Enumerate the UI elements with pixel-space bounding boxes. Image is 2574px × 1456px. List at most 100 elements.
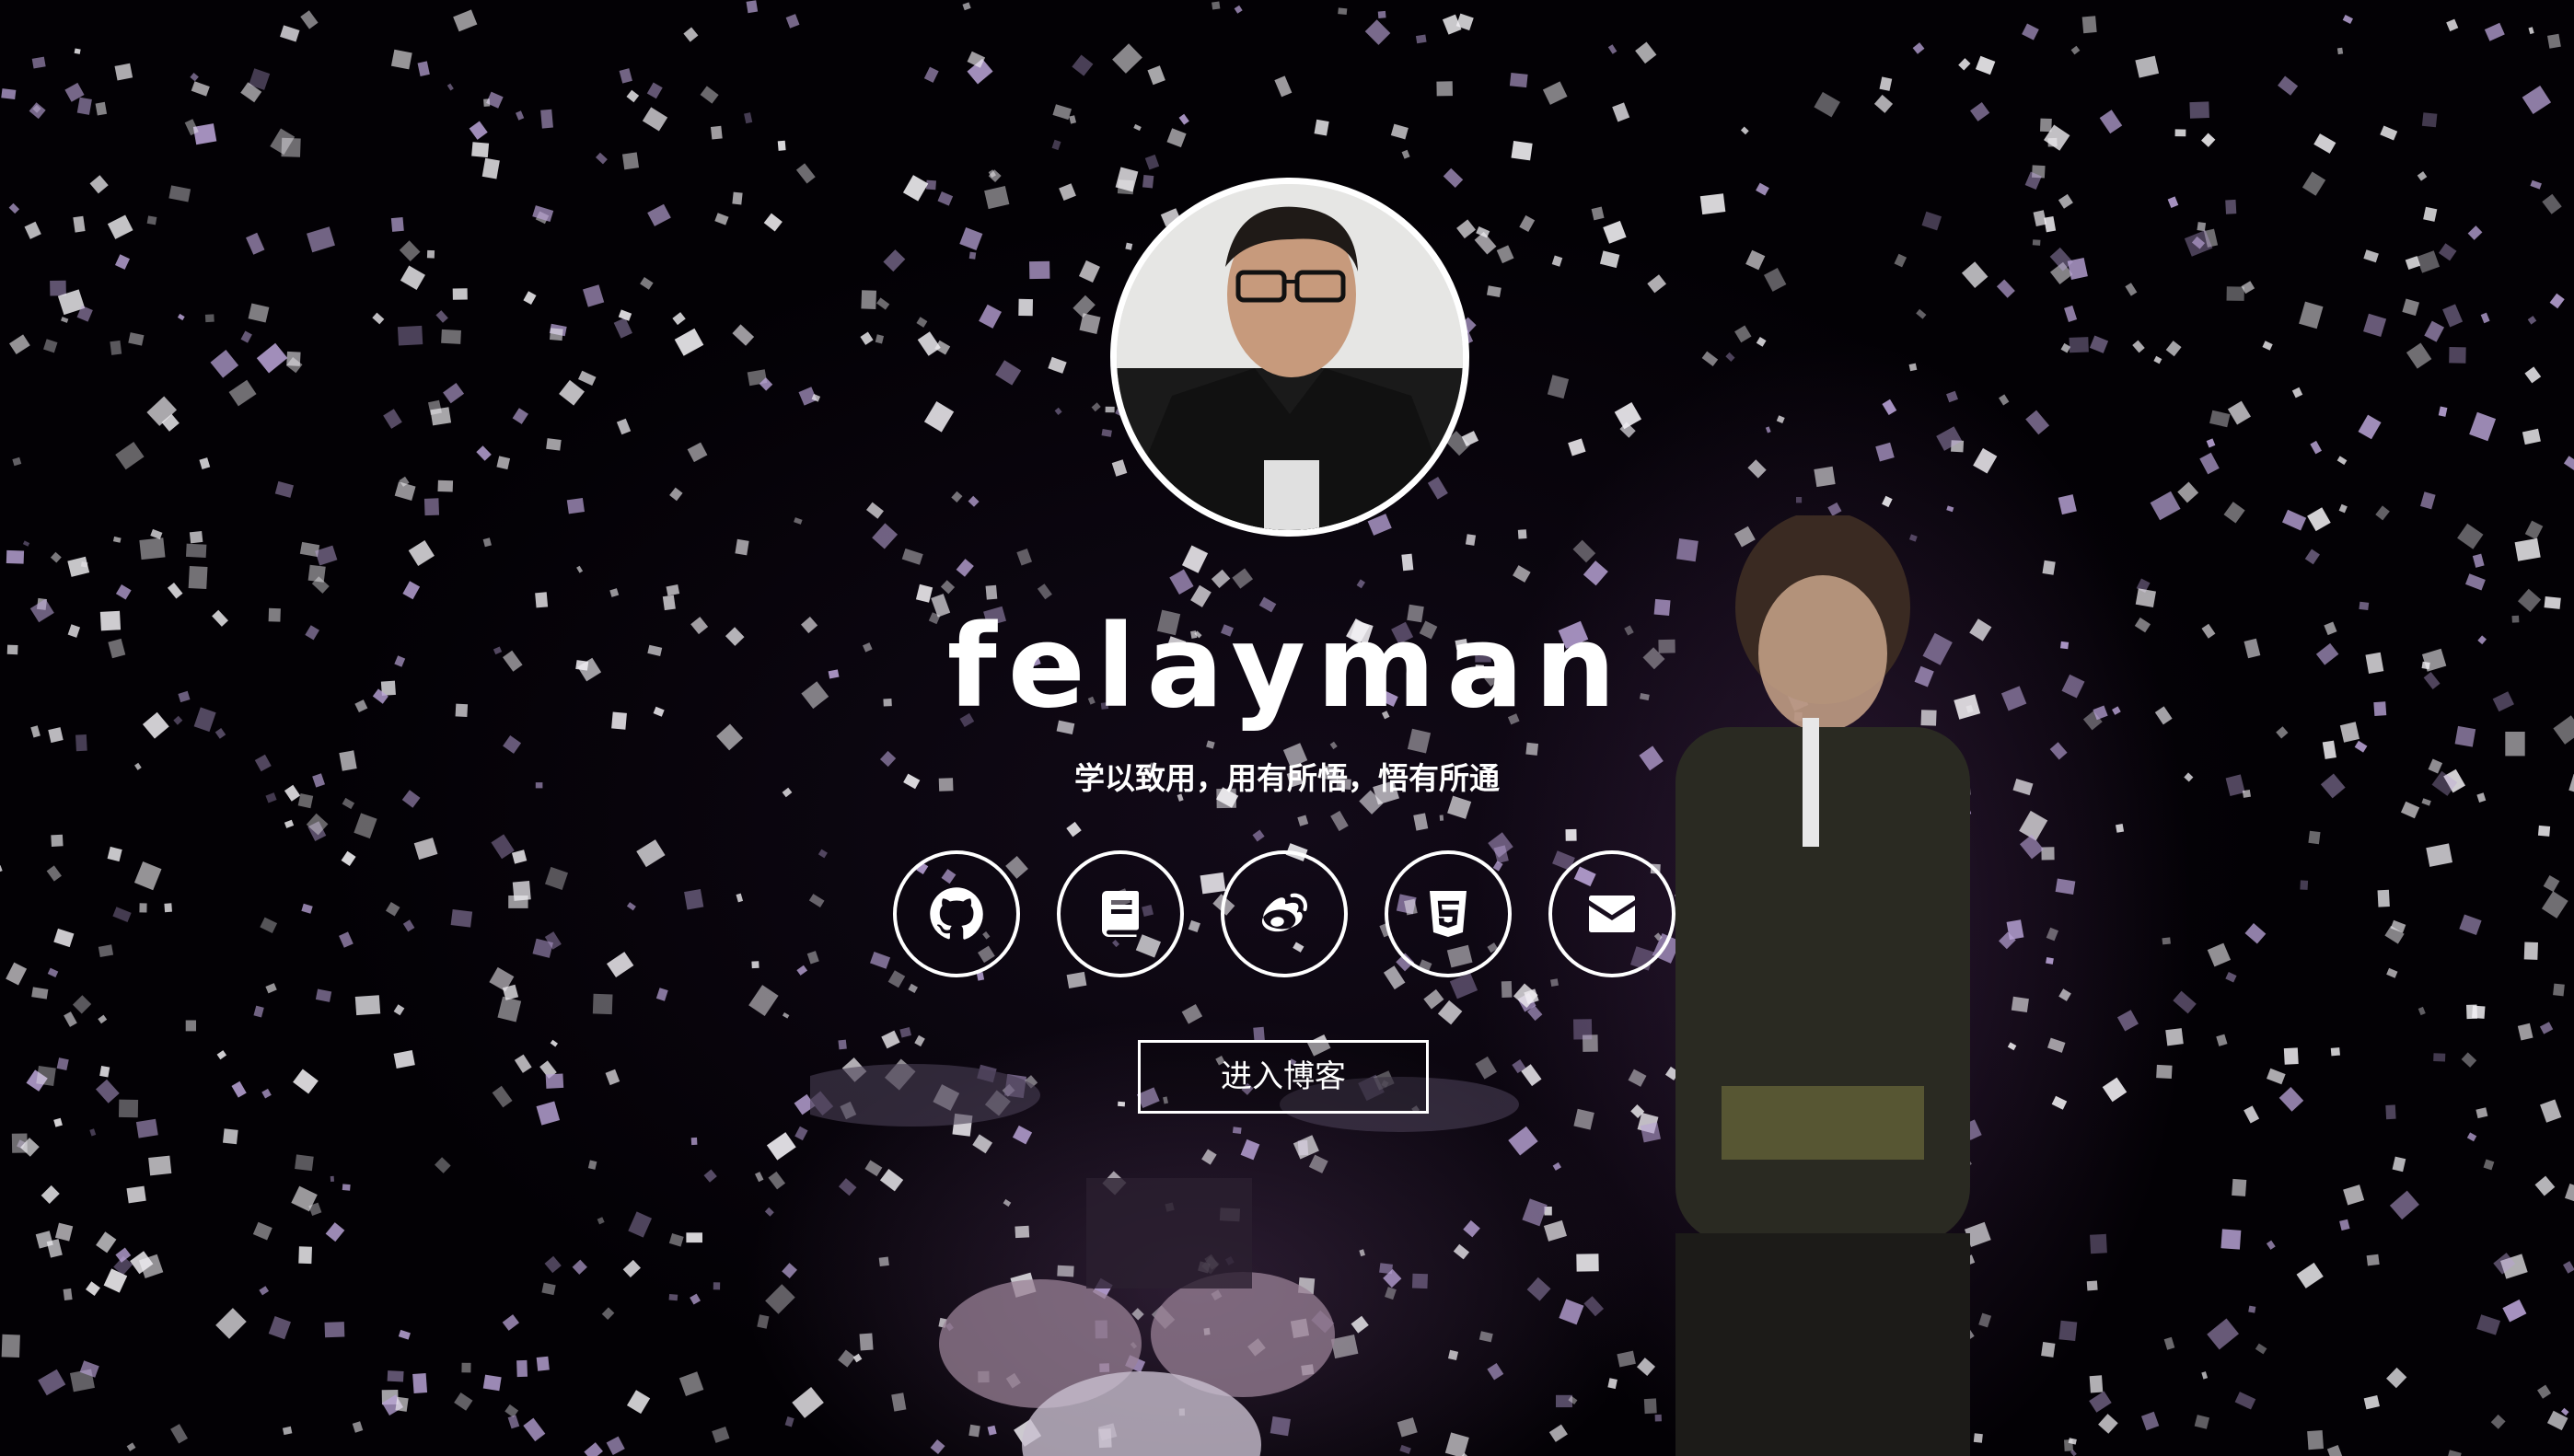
confetti-piece [352, 1421, 364, 1433]
confetti-piece [2116, 1010, 2139, 1032]
confetti-piece [2174, 129, 2186, 137]
confetti-piece [2019, 834, 2044, 860]
confetti-piece [150, 528, 163, 540]
confetti-piece [204, 314, 214, 323]
confetti-piece [1496, 245, 1514, 264]
confetti-piece [435, 1157, 451, 1173]
confetti-piece [710, 125, 723, 140]
confetti-piece [2220, 1229, 2242, 1250]
confetti-piece [293, 1069, 319, 1094]
confetti-piece [940, 580, 956, 595]
confetti-piece [2480, 312, 2490, 324]
confetti-piece [2563, 456, 2574, 470]
confetti-piece [1973, 447, 1998, 474]
confetti-piece [618, 309, 632, 321]
confetti-piece [2281, 509, 2307, 531]
confetti-piece [712, 1427, 730, 1443]
confetti-piece [307, 226, 335, 253]
confetti-piece [577, 370, 597, 387]
confetti-piece [2484, 22, 2505, 41]
confetti-piece [2042, 560, 2056, 575]
confetti-piece [393, 1004, 405, 1016]
confetti-piece [619, 68, 632, 84]
confetti-piece [1576, 1254, 1599, 1272]
confetti-piece [1274, 75, 1293, 98]
weibo-link[interactable] [1221, 850, 1348, 977]
confetti-piece [572, 1259, 587, 1275]
confetti-piece [2025, 410, 2050, 435]
confetti-piece [1573, 1019, 1593, 1040]
confetti-piece [1572, 539, 1596, 563]
confetti-piece [523, 1417, 546, 1442]
confetti-piece [901, 548, 923, 565]
confetti-piece [2330, 1047, 2340, 1057]
confetti-piece [592, 993, 613, 1015]
confetti-piece [118, 1099, 139, 1118]
confetti-piece [1078, 260, 1100, 283]
confetti-piece [546, 438, 562, 451]
confetti-piece [1961, 261, 1988, 288]
confetti-piece [107, 214, 133, 239]
confetti-piece [222, 1128, 238, 1145]
confetti-piece [1725, 352, 1735, 362]
confetti-piece [492, 1085, 513, 1108]
confetti-piece [2483, 1159, 2495, 1171]
confetti-piece [642, 107, 668, 132]
confetti-piece [1921, 211, 1942, 231]
confetti-piece [185, 1020, 196, 1032]
confetti-piece [1542, 81, 1568, 105]
confetti-piece [2007, 1042, 2017, 1051]
confetti-piece [2089, 1391, 2112, 1413]
email-link[interactable] [1548, 850, 1675, 977]
confetti-piece [1297, 815, 1309, 826]
confetti-piece [387, 1370, 404, 1382]
confetti-piece [937, 191, 954, 206]
confetti-piece [1181, 545, 1209, 573]
confetti-piece [923, 400, 955, 433]
confetti-piece [2549, 293, 2565, 309]
enter-blog-button[interactable]: 进入博客 [1138, 1040, 1429, 1114]
confetti-piece [751, 961, 759, 969]
confetti-piece [640, 277, 654, 290]
confetti-piece [2304, 549, 2320, 565]
site-title: felayman [946, 601, 1628, 734]
confetti-piece [808, 894, 825, 907]
github-link[interactable] [893, 850, 1020, 977]
confetti-piece [2064, 305, 2078, 322]
confetti-piece [2539, 1022, 2554, 1034]
confetti-piece [512, 880, 531, 901]
confetti-piece [133, 861, 162, 891]
confetti-piece [2296, 1262, 2324, 1288]
html5-link[interactable] [1385, 850, 1512, 977]
confetti-piece [1212, 1, 1221, 10]
confetti-piece [2400, 801, 2420, 819]
envelope-icon [1589, 896, 1635, 932]
confetti-piece [2446, 18, 2459, 32]
confetti-piece [114, 63, 133, 81]
confetti-piece [496, 456, 511, 470]
confetti-piece [669, 487, 683, 502]
book-link[interactable] [1057, 850, 1184, 977]
confetti-piece [390, 49, 412, 70]
confetti-piece [2363, 1395, 2380, 1410]
confetti-piece [782, 1011, 790, 1019]
confetti-piece [872, 523, 899, 549]
confetti-piece [413, 838, 438, 861]
html5-icon [1430, 891, 1467, 937]
confetti-piece [72, 995, 92, 1014]
confetti-piece [1101, 428, 1112, 437]
confetti-piece [139, 537, 166, 560]
confetti-piece [423, 498, 440, 516]
confetti-piece [189, 531, 203, 544]
confetti-piece [2216, 1034, 2228, 1046]
confetti-piece [64, 1011, 77, 1027]
confetti-piece [2307, 507, 2331, 532]
confetti-piece [2540, 1099, 2562, 1123]
confetti-piece [2022, 23, 2039, 40]
confetti-piece [861, 290, 876, 309]
confetti-piece [2046, 1037, 2066, 1053]
confetti-piece [2162, 937, 2171, 945]
confetti-piece [1517, 529, 1527, 539]
confetti-piece [2033, 210, 2047, 227]
confetti-piece [2416, 250, 2441, 273]
